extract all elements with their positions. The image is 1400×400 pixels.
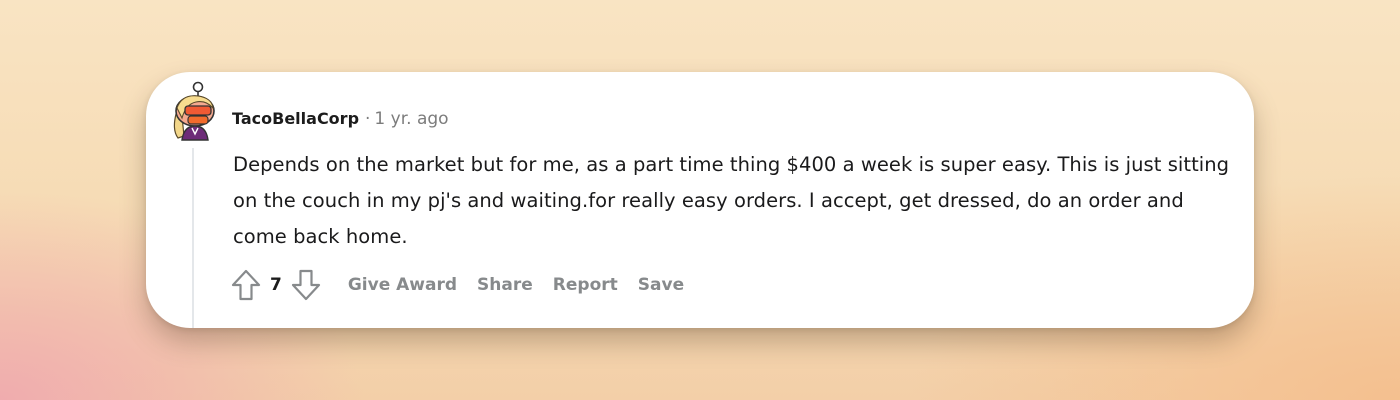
upvote-button[interactable] — [230, 268, 262, 302]
avatar[interactable] — [168, 78, 222, 142]
downvote-button[interactable] — [290, 268, 322, 302]
meta-separator: · — [365, 109, 371, 129]
timestamp[interactable]: 1 yr. ago — [374, 109, 448, 129]
vote-count: 7 — [270, 275, 282, 295]
share-button[interactable]: Share — [477, 275, 533, 295]
comment-meta: TacoBellaCorp · 1 yr. ago — [232, 108, 449, 130]
report-button[interactable]: Report — [553, 275, 618, 295]
comment-body: Depends on the market but for me, as a p… — [233, 153, 1230, 248]
comment-card: TacoBellaCorp · 1 yr. ago Depends on the m… — [146, 72, 1254, 328]
downvote-arrow-icon — [291, 269, 320, 301]
upvote-arrow-icon — [231, 269, 261, 301]
save-button[interactable]: Save — [638, 275, 684, 295]
thread-line[interactable] — [192, 148, 194, 328]
comment-actions: 7 Give Award Share Report Save — [230, 268, 684, 302]
username[interactable]: TacoBellaCorp — [232, 109, 359, 128]
give-award-button[interactable]: Give Award — [348, 275, 457, 295]
avatar-icon — [173, 81, 215, 141]
